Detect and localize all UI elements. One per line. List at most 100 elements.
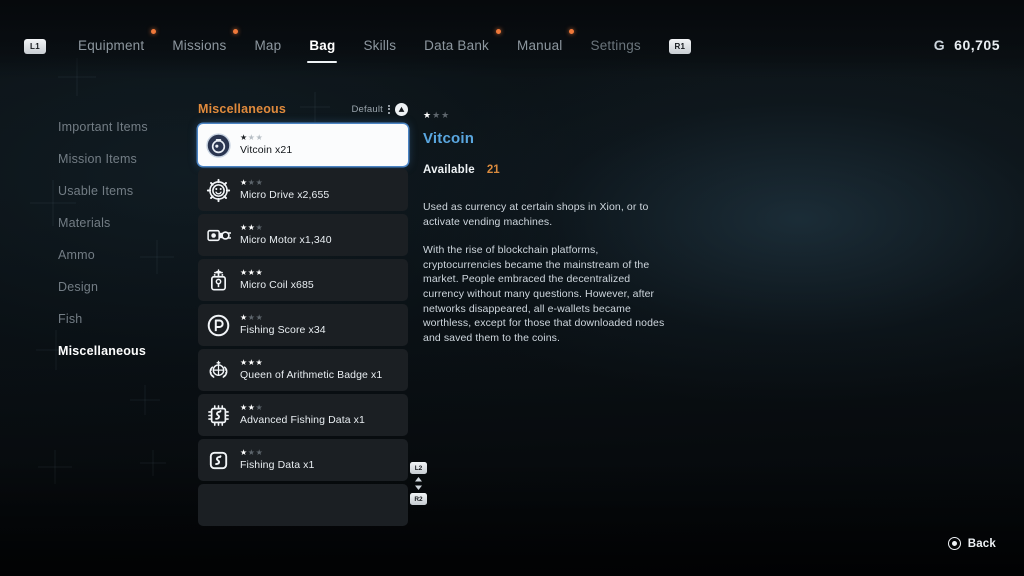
detail-item-name: Vitcoin bbox=[423, 130, 673, 147]
item-name-label: Advanced Fishing Data x1 bbox=[240, 414, 365, 426]
nav-tab-label: Bag bbox=[309, 38, 335, 53]
fish-data-icon bbox=[206, 448, 231, 473]
motor-icon bbox=[206, 223, 231, 248]
list-item[interactable]: ★★★ Advanced Fishing Data x1 bbox=[198, 394, 408, 436]
nav-tab-label: Map bbox=[254, 38, 281, 53]
nav-tab-data-bank[interactable]: Data Bank bbox=[410, 36, 503, 56]
notification-dot-icon bbox=[151, 29, 156, 34]
decor-crosshair bbox=[38, 450, 72, 484]
chip-fish-icon bbox=[206, 403, 231, 428]
sidebar-item-mission-items[interactable]: Mission Items bbox=[58, 152, 188, 166]
item-name-label: Micro Motor x1,340 bbox=[240, 234, 332, 246]
nav-tab-label: Data Bank bbox=[424, 38, 489, 53]
sidebar-item-important-items[interactable]: Important Items bbox=[58, 120, 188, 134]
list-item[interactable]: ★★★ Fishing Data x1 bbox=[198, 439, 408, 481]
nav-tabs: Equipment Missions Map Bag Skills Data Bank Ma… bbox=[64, 36, 655, 56]
decor-crosshair bbox=[130, 385, 160, 415]
item-name-label: Fishing Score x34 bbox=[240, 324, 326, 336]
category-sidebar: Important Items Mission Items Usable Items… bbox=[58, 120, 188, 358]
list-item-text: ★★★ Advanced Fishing Data x1 bbox=[240, 404, 365, 426]
notification-dot-icon bbox=[496, 29, 501, 34]
detail-description: Used as currency at certain shops in Xio… bbox=[423, 200, 673, 345]
trigger-r2-badge[interactable]: R2 bbox=[410, 493, 427, 505]
sort-label: Default bbox=[351, 104, 383, 115]
nav-tab-label: Settings bbox=[590, 38, 640, 53]
back-button[interactable]: Back bbox=[948, 537, 996, 550]
sidebar-item-miscellaneous[interactable]: Miscellaneous bbox=[58, 344, 188, 358]
nav-tab-label: Manual bbox=[517, 38, 562, 53]
item-star-rating: ★★★ bbox=[240, 359, 382, 367]
list-item-text: ★★★ Micro Motor x1,340 bbox=[240, 224, 332, 246]
scroll-arrows-icon bbox=[414, 477, 423, 490]
list-item[interactable]: ★★★Micro Coil x685 bbox=[198, 259, 408, 301]
item-list: ★★★ Vitcoin x21 ★★★ Micro Drive x2,655 ★★★… bbox=[198, 124, 408, 526]
top-navigation: L1 Equipment Missions Map Bag Skills Data Ban… bbox=[0, 30, 1024, 62]
sidebar-item-fish[interactable]: Fish bbox=[58, 312, 188, 326]
currency-display: G 60,705 bbox=[934, 37, 1000, 53]
triangle-button-icon[interactable] bbox=[395, 103, 408, 116]
detail-available-value: 21 bbox=[487, 164, 500, 176]
nav-tab-manual[interactable]: Manual bbox=[503, 36, 576, 56]
sidebar-item-ammo[interactable]: Ammo bbox=[58, 248, 188, 262]
list-item-text: ★★★ Fishing Score x34 bbox=[240, 314, 326, 336]
kebab-menu-icon[interactable] bbox=[388, 105, 390, 114]
badge-laurel-icon bbox=[206, 358, 231, 383]
coin-icon bbox=[206, 133, 231, 158]
item-name-label: Micro Drive x2,655 bbox=[240, 189, 329, 201]
detail-available-label: Available bbox=[423, 164, 475, 176]
item-panel-title: Miscellaneous bbox=[198, 102, 286, 116]
back-button-label: Back bbox=[968, 538, 996, 550]
notification-dot-icon bbox=[569, 29, 574, 34]
nav-tab-bag[interactable]: Bag bbox=[295, 36, 349, 56]
detail-paragraph: Used as currency at certain shops in Xio… bbox=[423, 200, 673, 229]
notification-dot-icon bbox=[233, 29, 238, 34]
detail-star-rating: ★★★ bbox=[423, 110, 673, 120]
active-tab-underline bbox=[307, 61, 337, 63]
list-item-text: ★★★ Micro Drive x2,655 bbox=[240, 179, 329, 201]
nav-tab-missions[interactable]: Missions bbox=[158, 36, 240, 56]
scroll-hint: L2 R2 bbox=[410, 462, 427, 505]
item-star-rating: ★★★ bbox=[240, 134, 292, 142]
item-panel: Miscellaneous Default ★★★ Vitcoin x21 bbox=[198, 100, 408, 526]
gear-face-icon bbox=[206, 178, 231, 203]
circle-button-icon bbox=[948, 537, 961, 550]
item-name-label: Fishing Data x1 bbox=[240, 459, 314, 471]
nav-tab-skills[interactable]: Skills bbox=[349, 36, 410, 56]
list-item-empty-slot[interactable] bbox=[198, 484, 408, 526]
list-item[interactable]: ★★★ Fishing Score x34 bbox=[198, 304, 408, 346]
decor-crosshair bbox=[140, 450, 166, 476]
sort-control[interactable]: Default bbox=[351, 103, 408, 116]
item-panel-header: Miscellaneous Default bbox=[198, 100, 408, 118]
detail-panel: ★★★ Vitcoin Available 21 Used as currenc… bbox=[423, 110, 673, 345]
bumper-r1-badge[interactable]: R1 bbox=[669, 39, 691, 54]
item-star-rating: ★★★ bbox=[240, 314, 326, 322]
item-star-rating: ★★★ bbox=[240, 179, 329, 187]
nav-tab-map[interactable]: Map bbox=[240, 36, 295, 56]
item-star-rating: ★★★ bbox=[240, 224, 332, 232]
sidebar-item-materials[interactable]: Materials bbox=[58, 216, 188, 230]
trigger-l2-badge[interactable]: L2 bbox=[410, 462, 427, 474]
list-item[interactable]: ★★★ Vitcoin x21 bbox=[198, 124, 408, 166]
nav-tab-label: Missions bbox=[172, 38, 226, 53]
list-item[interactable]: ★★★ Micro Drive x2,655 bbox=[198, 169, 408, 211]
list-item-text: ★★★ Vitcoin x21 bbox=[240, 134, 292, 156]
currency-amount: 60,705 bbox=[954, 37, 1000, 53]
currency-symbol: G bbox=[934, 37, 945, 53]
list-item[interactable]: ★★★ Queen of Arithmetic Badge x1 bbox=[198, 349, 408, 391]
coil-icon bbox=[206, 268, 231, 293]
bumper-l1-badge[interactable]: L1 bbox=[24, 39, 46, 54]
detail-available-row: Available 21 bbox=[423, 164, 673, 176]
item-name-label: Vitcoin x21 bbox=[240, 144, 292, 156]
nav-tab-equipment[interactable]: Equipment bbox=[64, 36, 158, 56]
nav-tab-label: Skills bbox=[363, 38, 396, 53]
nav-tab-label: Equipment bbox=[78, 38, 144, 53]
list-item[interactable]: ★★★ Micro Motor x1,340 bbox=[198, 214, 408, 256]
item-star-rating: ★★★ bbox=[240, 449, 314, 457]
sidebar-item-usable-items[interactable]: Usable Items bbox=[58, 184, 188, 198]
nav-tab-settings[interactable]: Settings bbox=[576, 36, 654, 56]
item-star-rating: ★★★ bbox=[240, 404, 365, 412]
item-name-label: Micro Coil x685 bbox=[240, 279, 314, 291]
item-name-label: Queen of Arithmetic Badge x1 bbox=[240, 369, 382, 381]
sidebar-item-design[interactable]: Design bbox=[58, 280, 188, 294]
list-item-text: ★★★Micro Coil x685 bbox=[240, 269, 314, 291]
